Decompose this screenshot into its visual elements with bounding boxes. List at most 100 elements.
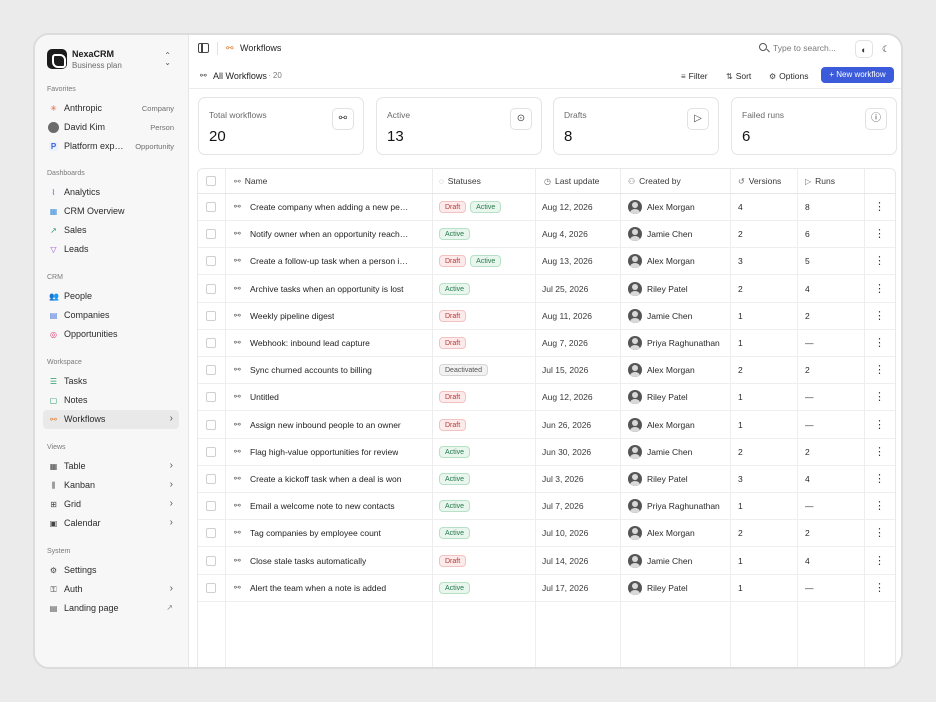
row-checkbox[interactable] xyxy=(206,501,216,512)
table-row[interactable]: ⚯ Close stale tasks automatically Draft Jul… xyxy=(198,548,895,575)
sidebar-item-companies[interactable]: ▤ Companies xyxy=(43,306,179,325)
sidebar-item-crm-overview[interactable]: ▦ CRM Overview xyxy=(43,202,179,221)
more-options-icon[interactable]: ⋮ xyxy=(874,389,885,405)
sidebar-item-sales[interactable]: ↗ Sales xyxy=(43,221,179,240)
workflow-name[interactable]: Weekly pipeline digest xyxy=(250,311,334,321)
workflow-name[interactable]: Tag companies by employee count xyxy=(250,528,381,538)
sidebar-item-notes[interactable]: ▢ Notes xyxy=(43,391,179,410)
more-options-icon[interactable]: ⋮ xyxy=(874,417,885,433)
table-row[interactable]: ⚯ Create a kickoff task when a deal is wo… xyxy=(198,466,895,493)
workflow-name[interactable]: Assign new inbound people to an owner xyxy=(250,420,401,430)
workflow-name[interactable]: Notify owner when an opportunity reaches… xyxy=(250,229,410,239)
table-row[interactable]: ⚯ Flag high-value opportunities for revie… xyxy=(198,439,895,466)
workflow-name[interactable]: Archive tasks when an opportunity is los… xyxy=(250,284,404,294)
sidebar-item-david-kim[interactable]: David Kim Person xyxy=(43,118,179,137)
table-row[interactable]: ⚯ Notify owner when an opportunity reache… xyxy=(198,221,895,249)
row-checkbox[interactable] xyxy=(206,229,216,240)
select-all-checkbox[interactable] xyxy=(206,176,216,186)
sidebar-item-calendar[interactable]: ▣ Calendar › xyxy=(43,514,179,533)
more-options-icon[interactable]: ⋮ xyxy=(874,444,885,460)
sidebar-item-analytics[interactable]: ⌇ Analytics xyxy=(43,183,179,202)
options-button[interactable]: ⚙ Options xyxy=(769,71,808,81)
sidebar-item-tasks[interactable]: ☰ Tasks xyxy=(43,372,179,391)
workflow-name[interactable]: Email a welcome note to new contacts xyxy=(250,501,395,511)
workflow-name[interactable]: Flag high-value opportunities for review xyxy=(250,447,398,457)
workflow-name[interactable]: Alert the team when a note is added xyxy=(250,583,386,593)
workflow-name[interactable]: Create a kickoff task when a deal is won xyxy=(250,474,402,484)
row-checkbox[interactable] xyxy=(206,202,216,212)
table-row[interactable]: ⚯ Weekly pipeline digest Draft Aug 11, 2026… xyxy=(198,303,895,330)
more-options-icon[interactable]: ⋮ xyxy=(874,226,885,242)
workflow-icon: ⚯ xyxy=(234,392,241,402)
app-window: NexaCRM Business plan ⌃ ⌄ Favorites ✳ Ant… xyxy=(33,33,903,669)
sidebar-item-people[interactable]: 👥 People xyxy=(43,287,179,306)
more-options-icon[interactable]: ⋮ xyxy=(874,580,885,596)
sidebar-item-landing-page[interactable]: ▤ Landing page ↗ xyxy=(43,599,179,618)
table-row[interactable]: ⚯ Create a follow-up task when a person i… xyxy=(198,248,895,276)
new-workflow-button[interactable]: + New workflow xyxy=(821,67,894,83)
column-header-name[interactable]: ⚯ Name xyxy=(234,176,267,186)
workflow-name[interactable]: Untitled xyxy=(250,392,279,402)
column-header-last-update[interactable]: ◷ Last update xyxy=(544,176,599,186)
table-row[interactable]: ⚯ Assign new inbound people to an owner Dr… xyxy=(198,412,895,439)
row-checkbox[interactable] xyxy=(206,283,216,294)
row-checkbox[interactable] xyxy=(206,528,216,539)
more-options-icon[interactable]: ⋮ xyxy=(874,362,885,378)
sidebar-item-grid[interactable]: ⊞ Grid › xyxy=(43,495,179,514)
column-header-created-by[interactable]: ⚇ Created by xyxy=(628,176,681,186)
table-row[interactable]: ⚯ Untitled Draft Aug 12, 2026 Riley Patel 1 — ⋮ xyxy=(198,384,895,412)
sidebar-item-auth[interactable]: ⚿ Auth › xyxy=(43,580,179,599)
more-options-icon[interactable]: ⋮ xyxy=(874,199,885,215)
workflow-name[interactable]: Close stale tasks automatically xyxy=(250,556,366,566)
status-badge-active: Active xyxy=(439,228,471,241)
sidebar-item-kanban[interactable]: ⫼ Kanban › xyxy=(43,476,179,495)
more-options-icon[interactable]: ⋮ xyxy=(874,281,885,297)
column-header-statuses[interactable]: ◌ Statuses xyxy=(439,176,481,186)
table-row[interactable]: ⚯ Archive tasks when an opportunity is lo… xyxy=(198,276,895,303)
table-row[interactable]: ⚯ Alert the team when a note is added Acti… xyxy=(198,575,895,602)
sidebar-item-settings[interactable]: ⚙ Settings xyxy=(43,561,179,580)
row-checkbox[interactable] xyxy=(206,365,216,376)
row-checkbox[interactable] xyxy=(206,419,216,430)
more-options-icon[interactable]: ⋮ xyxy=(874,525,885,541)
sidebar-item-workflows[interactable]: ⚯ Workflows › xyxy=(43,410,179,429)
sidebar-item-table[interactable]: ▦ Table › xyxy=(43,457,179,476)
filter-button[interactable]: ≡ Filter xyxy=(681,71,708,81)
table-row[interactable]: ⚯ Email a welcome note to new contacts Act… xyxy=(198,493,895,521)
row-checkbox[interactable] xyxy=(206,555,216,566)
sort-button[interactable]: ⇅ Sort xyxy=(726,71,751,81)
sidebar-toggle-icon[interactable] xyxy=(198,43,209,53)
sidebar-item-platform-expansion[interactable]: P Platform expansion Opportunity xyxy=(43,137,179,156)
workflow-name[interactable]: Create company when adding a new person xyxy=(250,202,410,212)
column-header-versions[interactable]: ↺ Versions xyxy=(738,176,781,186)
table-row[interactable]: ⚯ Sync churned accounts to billing Deactiv… xyxy=(198,357,895,385)
row-checkbox[interactable] xyxy=(206,256,216,267)
palette-button[interactable]: ◐ xyxy=(855,40,873,58)
more-options-icon[interactable]: ⋮ xyxy=(874,553,885,569)
workspace-switcher[interactable]: NexaCRM Business plan ⌃ ⌄ xyxy=(47,47,175,71)
workflow-name[interactable]: Webhook: inbound lead capture xyxy=(250,338,370,348)
more-options-icon[interactable]: ⋮ xyxy=(874,253,885,269)
sidebar-item-leads[interactable]: ▽ Leads xyxy=(43,240,179,259)
row-checkbox[interactable] xyxy=(206,446,216,457)
row-checkbox[interactable] xyxy=(206,474,216,484)
sidebar-item-anthropic[interactable]: ✳ Anthropic Company xyxy=(43,99,179,118)
column-header-runs[interactable]: ▷ Runs xyxy=(805,176,835,186)
more-options-icon[interactable]: ⋮ xyxy=(874,498,885,514)
table-row[interactable]: ⚯ Tag companies by employee count Active Ju… xyxy=(198,520,895,548)
more-options-icon[interactable]: ⋮ xyxy=(874,471,885,487)
view-selector[interactable]: All Workflows xyxy=(213,71,267,81)
table-row[interactable]: ⚯ Create company when adding a new person… xyxy=(198,194,895,221)
row-checkbox[interactable] xyxy=(206,582,216,593)
search-input[interactable]: Type to search... xyxy=(759,42,849,56)
workflow-name[interactable]: Create a follow-up task when a person is… xyxy=(250,256,410,266)
table-row[interactable]: ⚯ Webhook: inbound lead capture Draft Aug 7… xyxy=(198,330,895,357)
row-checkbox[interactable] xyxy=(206,310,216,321)
row-checkbox[interactable] xyxy=(206,392,216,403)
row-checkbox[interactable] xyxy=(206,338,216,348)
sidebar-item-opportunities[interactable]: ◎ Opportunities xyxy=(43,325,179,344)
theme-toggle-button[interactable]: ☾ xyxy=(877,40,895,58)
workflow-name[interactable]: Sync churned accounts to billing xyxy=(250,365,372,375)
more-options-icon[interactable]: ⋮ xyxy=(874,308,885,324)
more-options-icon[interactable]: ⋮ xyxy=(874,335,885,351)
